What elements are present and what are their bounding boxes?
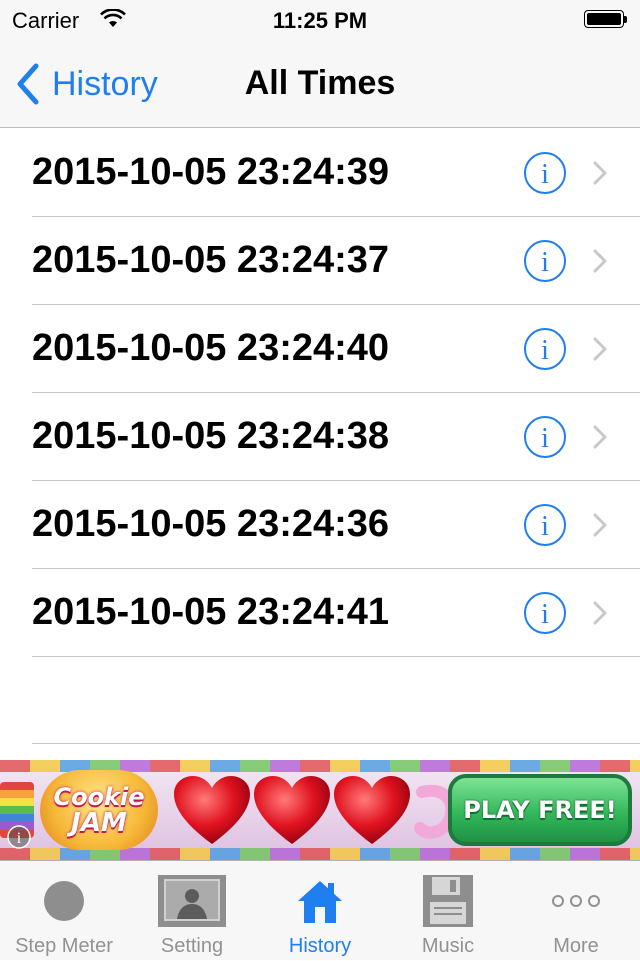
svg-text:i: i: [541, 247, 549, 278]
chevron-right-icon: [593, 161, 607, 185]
svg-text:i: i: [541, 599, 549, 630]
chevron-right-icon: [593, 337, 607, 361]
tab-label: Step Meter: [15, 935, 113, 957]
floppy-disk-icon: [423, 875, 473, 927]
info-circle-icon[interactable]: i: [523, 503, 567, 547]
ad-info-icon[interactable]: i: [6, 824, 32, 850]
tab-more[interactable]: More: [512, 861, 640, 961]
list-item[interactable]: 2015-10-05 23:24:39 i: [0, 129, 640, 217]
tab-step-meter[interactable]: Step Meter: [0, 861, 128, 961]
time-entry-label: 2015-10-05 23:24:36: [32, 503, 390, 545]
list-item[interactable]: 2015-10-05 23:24:38 i: [0, 393, 640, 481]
svg-text:i: i: [541, 335, 549, 366]
time-entry-label: 2015-10-05 23:24:38: [32, 415, 390, 457]
list-item[interactable]: 2015-10-05 23:24:40 i: [0, 305, 640, 393]
time-entry-label: 2015-10-05 23:24:41: [32, 591, 390, 633]
list-item[interactable]: 2015-10-05 23:24:36 i: [0, 481, 640, 569]
tab-history[interactable]: History: [256, 861, 384, 961]
tab-label: Music: [421, 935, 475, 957]
navigation-bar: History All Times: [0, 40, 640, 128]
chevron-right-icon: [593, 249, 607, 273]
house-icon: [298, 881, 342, 923]
ad-logo: Cookie JAM: [40, 770, 158, 850]
status-time: 11:25 PM: [272, 8, 368, 33]
tab-label: Setting: [160, 935, 224, 957]
info-circle-icon[interactable]: i: [523, 591, 567, 635]
battery-icon: [584, 10, 628, 30]
list-item[interactable]: 2015-10-05 23:24:37 i: [0, 217, 640, 305]
tab-label: History: [288, 935, 352, 957]
ad-logo-line1: Cookie: [53, 783, 145, 811]
chevron-right-icon: [593, 601, 607, 625]
status-bar: Carrier 11:25 PM: [0, 0, 640, 40]
ad-logo-line2: JAM: [71, 808, 127, 838]
times-list: 2015-10-05 23:24:39 i 2015-10-05 23:24:3…: [0, 129, 640, 657]
tab-setting[interactable]: Setting: [128, 861, 256, 961]
play-free-button[interactable]: PLAY FREE!: [448, 774, 632, 846]
circle-icon: [44, 881, 84, 921]
info-circle-icon[interactable]: i: [523, 415, 567, 459]
chevron-right-icon: [593, 425, 607, 449]
svg-text:i: i: [541, 423, 549, 454]
ad-banner[interactable]: i Cookie JAM PLAY FREE!: [0, 760, 640, 860]
tab-label: More: [553, 935, 599, 957]
svg-text:i: i: [541, 159, 549, 190]
list-separator: [32, 743, 640, 744]
info-circle-icon[interactable]: i: [523, 151, 567, 195]
svg-text:i: i: [541, 511, 549, 542]
ellipsis-icon: [552, 895, 600, 907]
hearts-icon: [174, 776, 410, 844]
time-entry-label: 2015-10-05 23:24:39: [32, 151, 390, 193]
info-circle-icon[interactable]: i: [523, 327, 567, 371]
list-item[interactable]: 2015-10-05 23:24:41 i: [0, 569, 640, 657]
svg-text:i: i: [17, 830, 22, 847]
time-entry-label: 2015-10-05 23:24:37: [32, 239, 390, 281]
tab-bar: Step Meter Setting History Music More: [0, 860, 640, 960]
chevron-right-icon: [593, 513, 607, 537]
page-title: All Times: [244, 64, 396, 102]
time-entry-label: 2015-10-05 23:24:40: [32, 327, 390, 369]
info-circle-icon[interactable]: i: [523, 239, 567, 283]
tab-music[interactable]: Music: [384, 861, 512, 961]
photo-frame-icon: [158, 875, 226, 927]
